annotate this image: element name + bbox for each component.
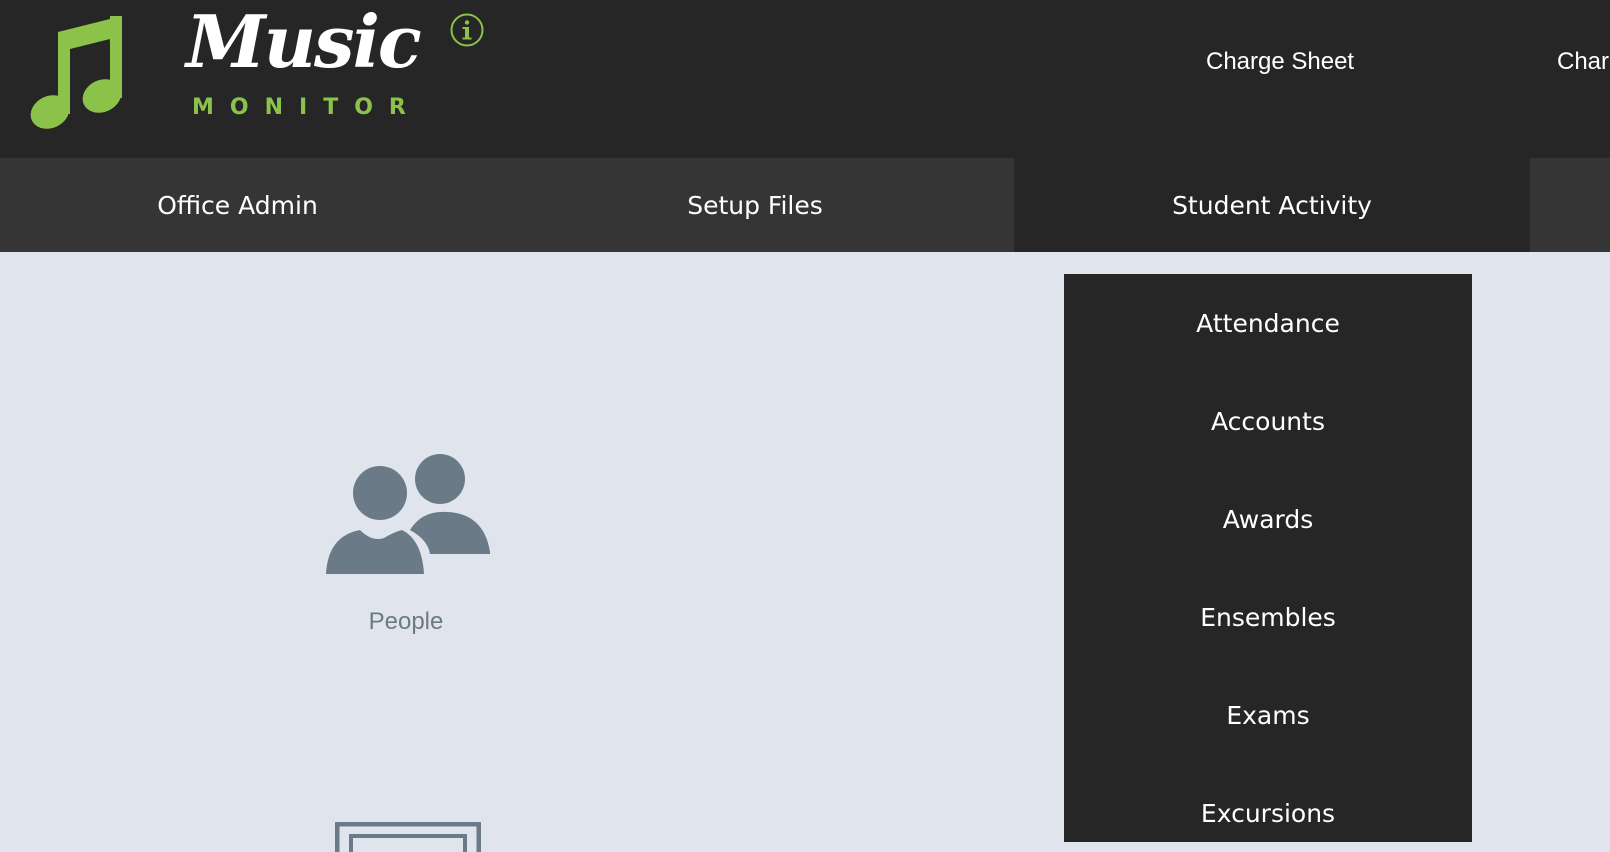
- menu-item-ensembles[interactable]: Ensembles: [1064, 587, 1472, 647]
- logo-subtitle: MONITOR: [192, 95, 422, 120]
- tab-office-admin[interactable]: Office Admin: [0, 158, 475, 252]
- menu-item-accounts[interactable]: Accounts: [1064, 391, 1472, 451]
- display-icon[interactable]: [335, 822, 481, 852]
- main-nav: Office Admin Setup Files Student Activit…: [0, 158, 1610, 252]
- logo-wordmark[interactable]: Music: [186, 6, 422, 78]
- tab-next[interactable]: [1530, 158, 1610, 252]
- people-tile[interactable]: People: [320, 452, 492, 652]
- info-icon[interactable]: [450, 13, 484, 47]
- menu-item-awards[interactable]: Awards: [1064, 489, 1472, 549]
- menu-item-attendance[interactable]: Attendance: [1064, 293, 1472, 353]
- people-icon: [326, 454, 490, 574]
- second-header-link[interactable]: Char: [1557, 48, 1609, 76]
- tab-student-activity[interactable]: Student Activity: [1014, 158, 1530, 252]
- charge-sheet-link[interactable]: Charge Sheet: [1206, 48, 1354, 76]
- music-note-icon[interactable]: [28, 14, 124, 132]
- menu-item-excursions[interactable]: Excursions: [1064, 783, 1472, 843]
- top-header: Music MONITOR Charge Sheet Char: [0, 0, 1610, 158]
- tab-setup-files[interactable]: Setup Files: [500, 158, 1010, 252]
- people-label: People: [368, 608, 444, 635]
- menu-item-exams[interactable]: Exams: [1064, 685, 1472, 745]
- student-activity-dropdown: Attendance Accounts Awards Ensembles Exa…: [1064, 274, 1472, 842]
